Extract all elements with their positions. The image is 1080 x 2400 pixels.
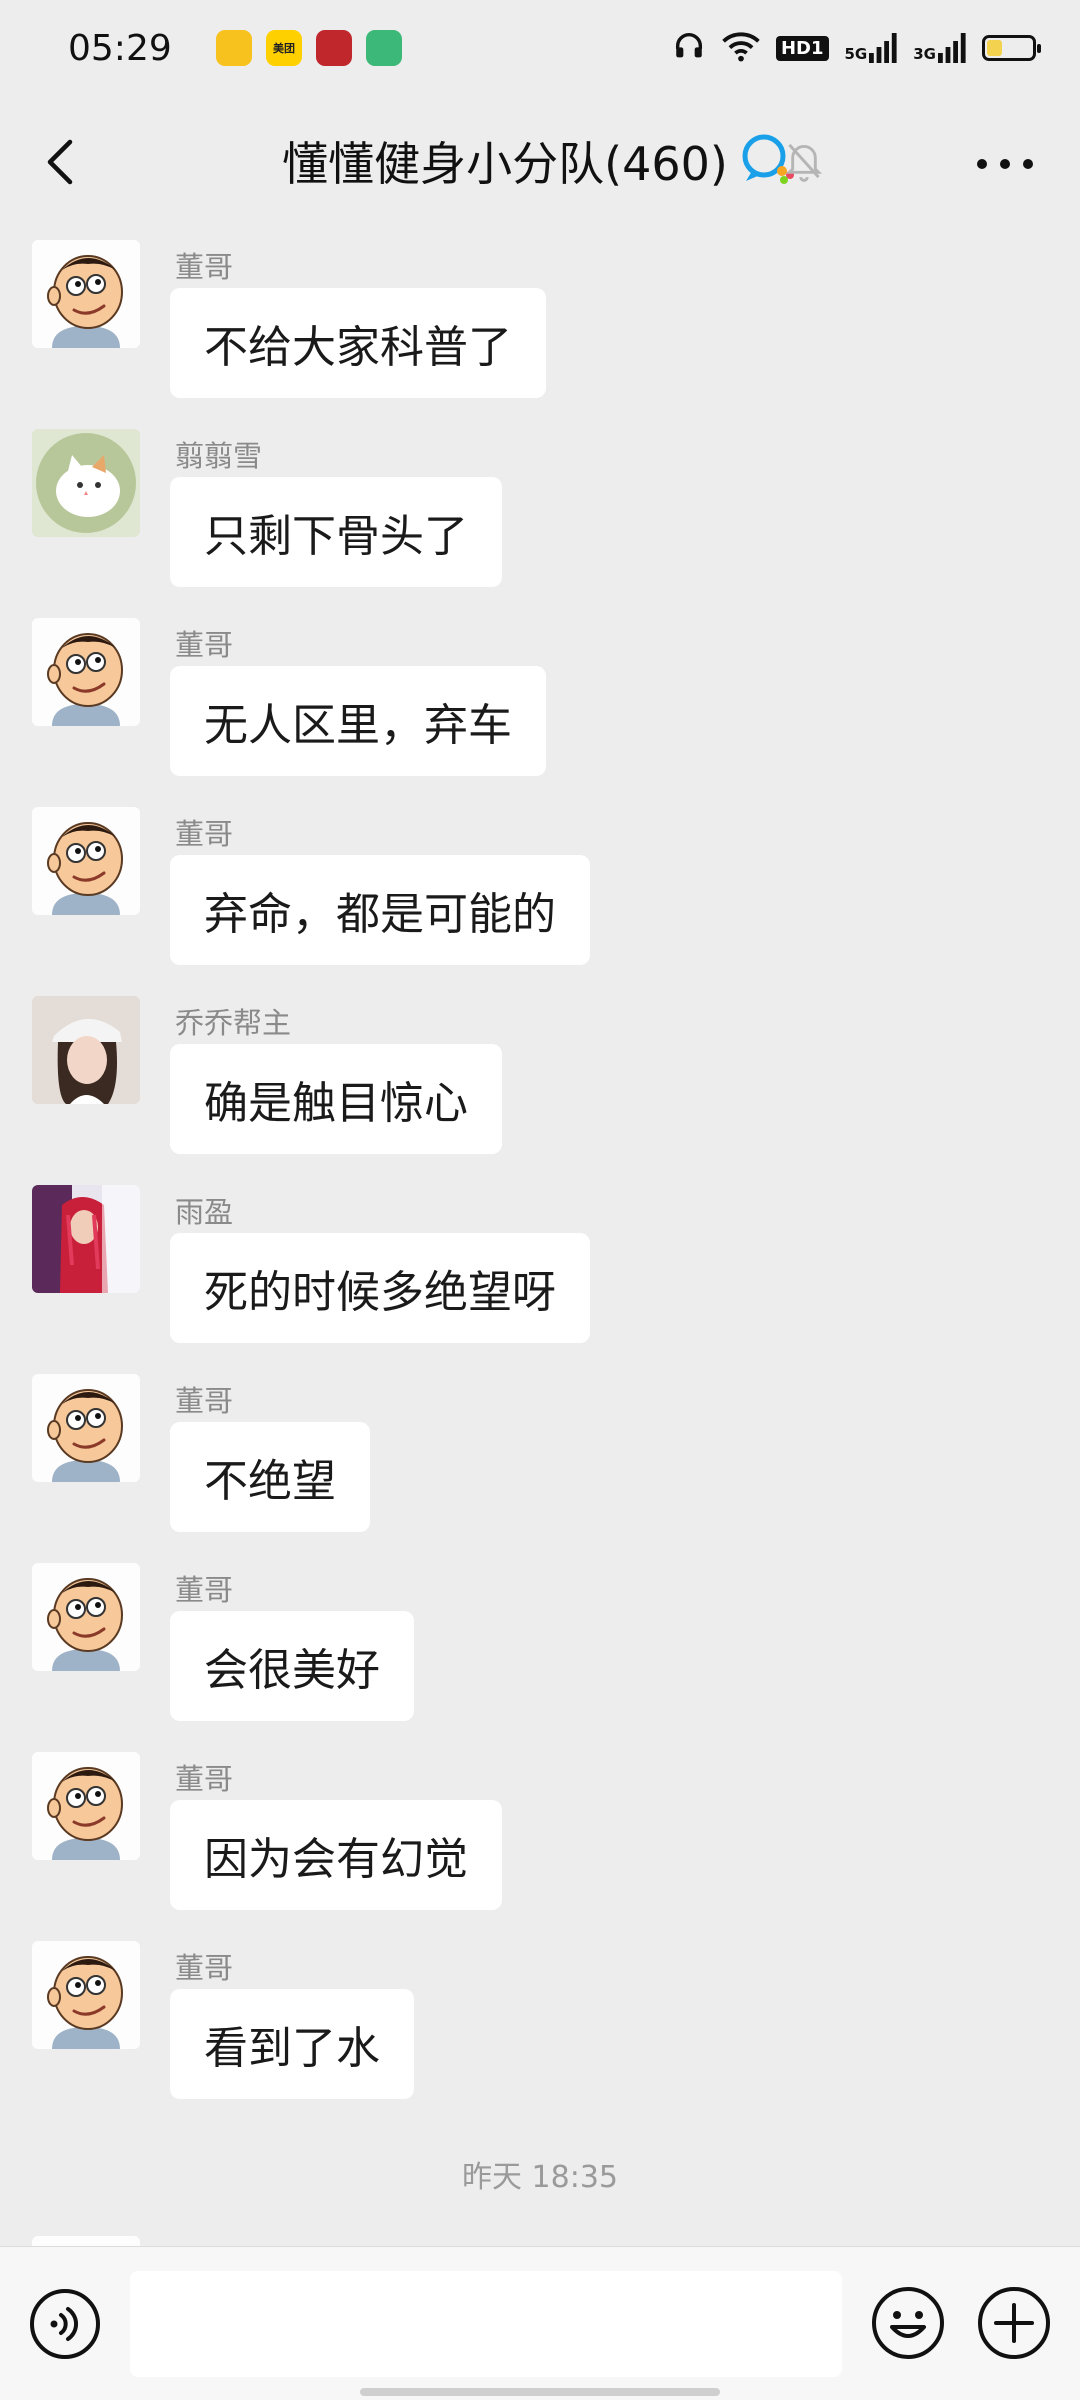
meituan-app-icon: 美团 (266, 30, 302, 66)
message-row: 翦翦雪只剩下骨头了 (0, 415, 1080, 604)
emoji-button[interactable] (870, 2285, 946, 2361)
message-row: 董哥看到了水 (0, 1927, 1080, 2116)
message-bubble[interactable]: 不给大家科普了 (170, 288, 546, 398)
message-bubble[interactable]: 只剩下骨头了 (170, 477, 502, 587)
home-indicator[interactable] (360, 2388, 720, 2396)
wifi-icon (722, 29, 760, 67)
signal-3g-icon: 3G (913, 33, 966, 63)
voice-input-button[interactable] (28, 2287, 102, 2361)
message-bubble[interactable]: 会很美好 (170, 1611, 414, 1721)
message-bubble[interactable]: 确是触目惊心 (170, 1044, 502, 1154)
message-row: 董哥不给大家科普了 (0, 226, 1080, 415)
message-row: 董哥无人区里，弃车 (0, 604, 1080, 793)
more-options-button[interactable] (970, 144, 1040, 184)
input-bar (0, 2246, 1080, 2400)
sender-name: 董哥 (175, 1573, 234, 1607)
sender-name: 董哥 (175, 817, 234, 851)
sender-name: 翦翦雪 (175, 439, 263, 473)
green-app-icon (366, 30, 402, 66)
avatar[interactable] (32, 240, 140, 348)
bank-app-icon (316, 30, 352, 66)
message-bubble[interactable]: 死的时候多绝望呀 (170, 1233, 590, 1343)
sender-name: 董哥 (175, 1951, 234, 1985)
more-functions-button[interactable] (976, 2285, 1052, 2361)
sender-name: 董哥 (175, 250, 234, 284)
message-row: 董哥不绝望 (0, 1360, 1080, 1549)
back-button[interactable] (34, 132, 94, 192)
message-bubble[interactable]: 看到了水 (170, 1989, 414, 2099)
message-list[interactable]: 昨天 18:35 董哥 不给大家科普了 翦翦雪 只剩下骨头了 董哥 无人区里，弃车 董哥 弃命… (0, 226, 1080, 2246)
notify-app-icon (216, 30, 252, 66)
message-row: 董哥会很美好 (0, 1549, 1080, 1738)
sender-name: 雨盈 (175, 1195, 234, 1229)
sender-name: 董哥 (175, 628, 234, 662)
system-status: HD1 5G 3G (672, 29, 1041, 67)
sender-name: 董哥 (175, 1384, 234, 1418)
message-bubble[interactable]: 不绝望 (170, 1422, 370, 1532)
voice-icon (30, 2289, 100, 2359)
plus-icon (978, 2287, 1050, 2359)
avatar[interactable] (32, 996, 140, 1104)
message-row: 董哥因为会有幻觉 (0, 1738, 1080, 1927)
signal-3g-label: 3G (913, 45, 936, 63)
sender-name: 乔乔帮主 (175, 1006, 292, 1040)
chevron-left-icon (47, 139, 73, 185)
battery-icon (982, 35, 1041, 61)
avatar[interactable] (32, 807, 140, 915)
sender-name: 董哥 (175, 1762, 234, 1796)
avatar[interactable] (32, 1374, 140, 1482)
avatar[interactable] (32, 1941, 140, 2049)
status-bar: 05:29 美团 HD1 5G 3G (0, 0, 1080, 96)
avatar[interactable] (32, 1563, 140, 1671)
page-title: 懂懂健身小分队(460) (282, 137, 728, 191)
avatar[interactable] (32, 429, 140, 537)
avatar[interactable] (32, 618, 140, 726)
message-input[interactable] (130, 2271, 842, 2377)
status-time: 05:29 (68, 27, 172, 69)
message-row: 乔乔帮主确是触目惊心 (0, 982, 1080, 1171)
message-row: 董哥弃命，都是可能的 (0, 793, 1080, 982)
message-bubble[interactable]: 弃命，都是可能的 (170, 855, 590, 965)
emoji-icon (872, 2287, 944, 2359)
signal-5g-label: 5G (844, 45, 868, 63)
message-timestamp: 昨天 18:35 (462, 2160, 618, 2195)
hd-indicator: HD1 (775, 35, 829, 61)
notification-icons: 美团 (216, 30, 402, 66)
muted-bell-icon (784, 140, 824, 186)
headphone-icon (672, 29, 706, 67)
message-bubble[interactable]: 因为会有幻觉 (170, 1800, 502, 1910)
signal-5g-icon: 5G (845, 33, 898, 63)
message-row: 雨盈死的时候多绝望呀 (0, 1171, 1080, 1360)
partial-avatar[interactable] (32, 2236, 140, 2246)
message-bubble[interactable]: 无人区里，弃车 (170, 666, 546, 776)
avatar[interactable] (32, 1185, 140, 1293)
chat-header: 懂懂健身小分队(460) (0, 96, 1080, 226)
more-dots-icon (977, 159, 1033, 169)
avatar[interactable] (32, 1752, 140, 1860)
battery-level-fill (987, 40, 1003, 56)
title-group: 懂懂健身小分队(460) (282, 128, 798, 194)
